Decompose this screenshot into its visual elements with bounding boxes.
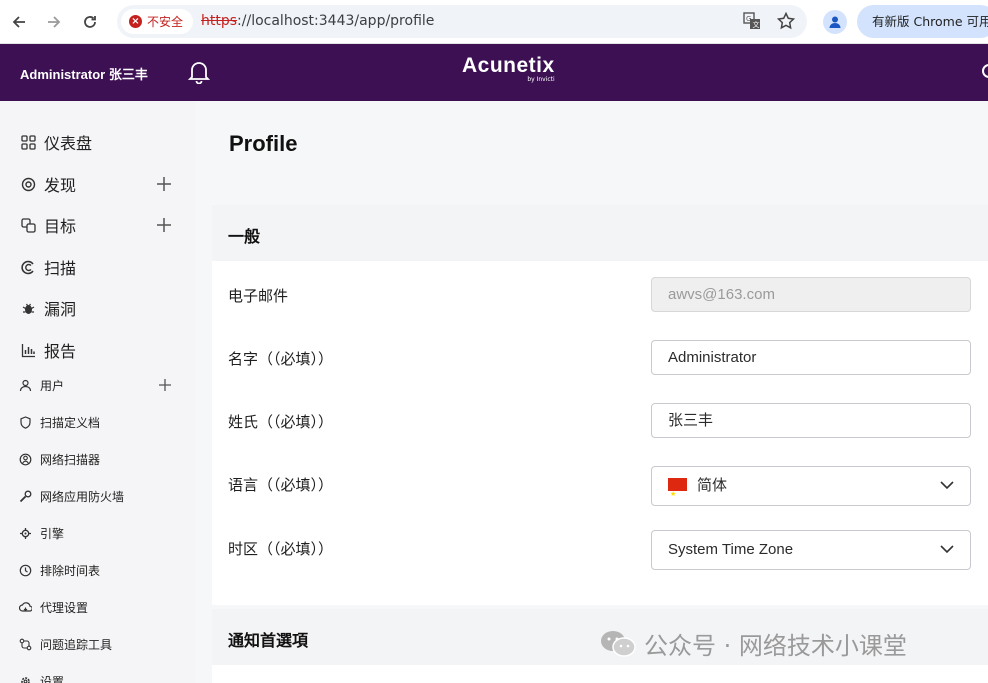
svg-text:文: 文 (753, 20, 760, 29)
notifications-button[interactable] (187, 60, 211, 88)
general-section-header: 一般 (212, 205, 988, 261)
sidebar-item-vulnerabilities[interactable]: 漏洞 (0, 297, 196, 319)
sidebar-item-reports[interactable]: 报告 (0, 339, 196, 361)
last-name-input[interactable]: 张三丰 (651, 403, 971, 438)
reload-icon (84, 16, 96, 28)
dashboard-icon (20, 134, 36, 150)
wechat-icon (600, 630, 636, 658)
plus-icon[interactable] (155, 216, 173, 234)
browser-toolbar: × 不安全 https://localhost:3443/app/profile… (0, 0, 988, 44)
bug-icon (20, 300, 36, 316)
sidebar-item-waf[interactable]: 网络应用防火墙 (0, 487, 196, 505)
security-label: 不安全 (147, 15, 184, 29)
sidebar-item-label: 网络扫描器 (40, 452, 101, 467)
sidebar-item-label: 漏洞 (44, 300, 77, 319)
sidebar-item-label: 报告 (44, 342, 77, 361)
sidebar-item-label: 发现 (44, 176, 77, 195)
sidebar-item-scans[interactable]: 扫描 (0, 256, 196, 278)
notification-preferences-title: 通知首選項 (228, 631, 309, 650)
email-field: awvs@163.com (651, 277, 971, 312)
scan-icon (20, 259, 36, 275)
sidebar-item-scan-profiles[interactable]: 扫描定义档 (0, 413, 196, 431)
language-label: 语言（（必填）） (228, 476, 334, 494)
china-flag-icon (668, 476, 687, 514)
timezone-selected-value: System Time Zone (668, 541, 794, 558)
target-icon (20, 176, 36, 192)
sidebar-item-label: 仪表盘 (44, 134, 93, 153)
person-icon (829, 16, 841, 28)
back-button[interactable] (8, 11, 30, 33)
address-bar[interactable]: × 不安全 https://localhost:3443/app/profile… (117, 5, 807, 38)
sidebar-item-label: 用户 (40, 378, 65, 393)
wrench-icon (18, 489, 32, 503)
tracker-icon (18, 637, 32, 651)
gear-icon (18, 674, 32, 683)
sidebar-item-targets[interactable]: 目标 (0, 214, 196, 236)
sidebar-item-label: 问题追踪工具 (40, 637, 113, 652)
bell-icon (187, 62, 211, 85)
sidebar-item-dashboard[interactable]: 仪表盘 (0, 131, 196, 153)
page-title-bar: Profile (196, 101, 988, 189)
timezone-label: 时区（（必填）） (228, 540, 334, 558)
network-scanner-icon (18, 452, 32, 466)
user-icon (18, 378, 32, 392)
sidebar-item-settings[interactable]: 设置 (0, 672, 196, 683)
profile-button[interactable] (823, 10, 847, 34)
watermark: 公众号 · 网络技术小课堂 (600, 626, 907, 661)
proxy-icon (18, 600, 32, 614)
sidebar-item-label: 代理设置 (40, 600, 89, 615)
sidebar-item-label: 设置 (40, 674, 65, 683)
bookmark-star-icon[interactable] (777, 12, 795, 30)
sidebar: 仪表盘 发现 目标 扫描 漏洞 报告 用户 扫描定义档 网络扫描器 网络应用防火… (0, 101, 196, 683)
help-icon[interactable] (982, 64, 988, 78)
general-section: 一般 电子邮件 awvs@163.com 名字（（必填）） Administra… (212, 205, 988, 605)
sidebar-item-label: 扫描 (44, 259, 77, 278)
warning-icon: × (129, 15, 142, 28)
sidebar-item-network-scanner[interactable]: 网络扫描器 (0, 450, 196, 468)
shield-icon (18, 415, 32, 429)
email-label: 电子邮件 (228, 287, 289, 305)
language-select[interactable]: 简体 (651, 466, 971, 514)
plus-icon[interactable] (155, 175, 173, 193)
clock-icon (18, 563, 32, 577)
general-section-title: 一般 (228, 227, 261, 246)
forward-button[interactable] (43, 11, 65, 33)
sidebar-item-label: 扫描定义档 (40, 415, 101, 430)
chrome-update-chip[interactable]: 有新版 Chrome 可用 (857, 5, 988, 38)
app-header: Administrator 张三丰 Acunetix by Invicti (0, 44, 988, 101)
security-chip[interactable]: × 不安全 (121, 9, 194, 34)
sidebar-item-label: 网络应用防火墙 (40, 489, 125, 504)
page-title: Profile (229, 131, 298, 156)
watermark-text: 公众号 · 网络技术小课堂 (644, 632, 907, 660)
language-selected-value: 简体 (697, 477, 728, 494)
sidebar-item-label: 引擎 (40, 526, 65, 541)
targets-icon (20, 217, 36, 233)
sidebar-item-label: 目标 (44, 217, 77, 236)
first-name-label: 名字（（必填）） (228, 350, 334, 368)
sidebar-item-proxy-settings[interactable]: 代理设置 (0, 598, 196, 616)
sidebar-item-discovery[interactable]: 发现 (0, 173, 196, 195)
chevron-down-icon (940, 545, 954, 554)
last-name-label: 姓氏（（必填）） (228, 413, 334, 431)
acunetix-logo[interactable]: Acunetix by Invicti (462, 54, 555, 83)
report-icon (20, 342, 36, 358)
sidebar-item-issue-trackers[interactable]: 问题追踪工具 (0, 635, 196, 653)
timezone-select[interactable]: System Time Zone (651, 530, 971, 570)
back-arrow-icon (12, 16, 25, 28)
engine-icon (18, 526, 32, 540)
sidebar-item-label: 排除时间表 (40, 563, 101, 578)
chevron-down-icon (940, 481, 954, 490)
sidebar-item-users[interactable]: 用户 (0, 376, 196, 394)
svg-text:G: G (746, 15, 751, 23)
sidebar-item-engines[interactable]: 引擎 (0, 524, 196, 542)
translate-icon[interactable]: G文 (743, 12, 761, 30)
sidebar-item-excluded-hours[interactable]: 排除时间表 (0, 561, 196, 579)
main-content: Profile 一般 电子邮件 awvs@163.com 名字（（必填）） Ad… (196, 101, 988, 683)
current-user-name[interactable]: Administrator 张三丰 (20, 64, 148, 83)
url-text[interactable]: https://localhost:3443/app/profile (201, 13, 434, 29)
first-name-input[interactable]: Administrator (651, 340, 971, 375)
forward-arrow-icon (48, 16, 61, 28)
reload-button[interactable] (79, 11, 101, 33)
plus-icon[interactable] (158, 378, 172, 392)
